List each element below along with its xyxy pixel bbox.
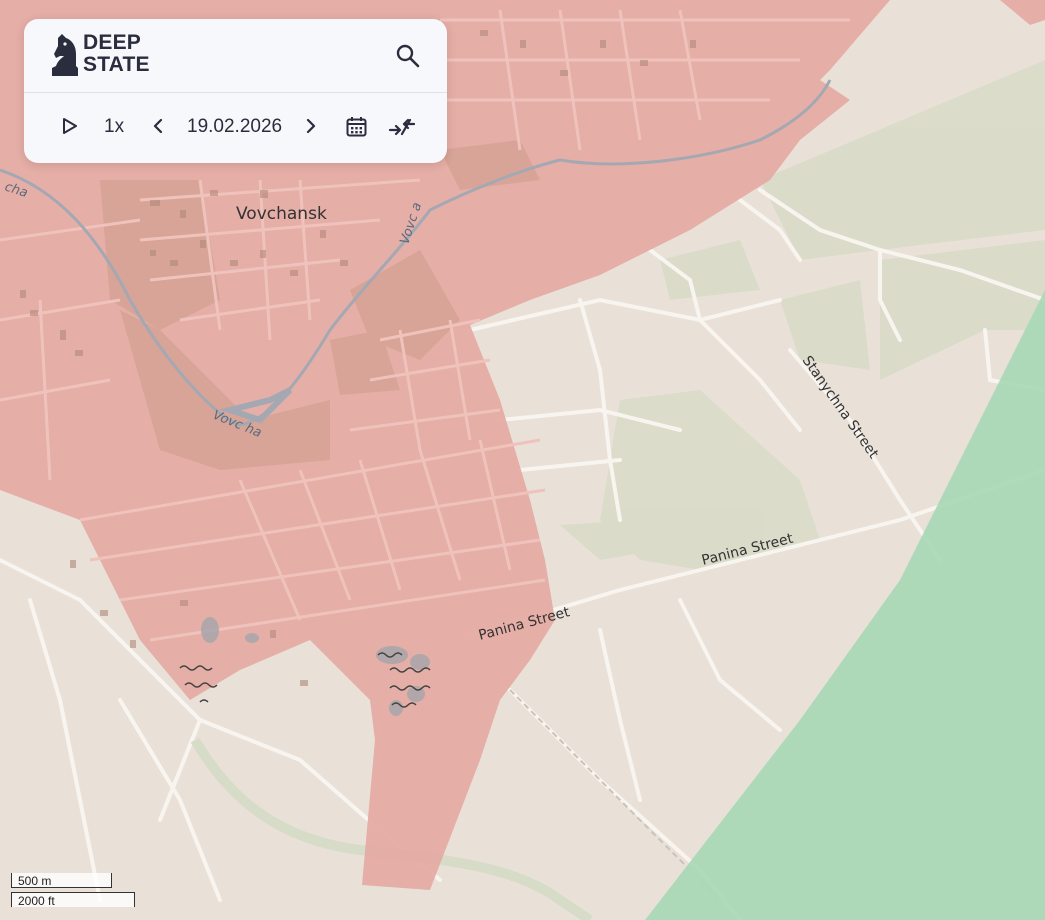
speed-toggle[interactable]: 1x: [104, 116, 124, 138]
search-button[interactable]: [395, 43, 421, 69]
collapse-arrows-icon: [388, 118, 416, 136]
brand-line-2: STATE: [83, 53, 150, 76]
knight-logo-icon: [52, 34, 78, 76]
calendar-icon: [346, 117, 367, 137]
brand-name: DEEP STATE: [83, 32, 150, 76]
play-icon: [63, 118, 77, 134]
control-panel: DEEP STATE 1x 19.02.2026: [24, 19, 447, 163]
previous-date-button[interactable]: [152, 118, 164, 139]
chevron-left-icon: [153, 118, 163, 134]
panel-header: DEEP STATE: [24, 19, 447, 93]
scale-bar: 500 m 2000 ft: [11, 873, 135, 908]
calendar-button[interactable]: [346, 116, 367, 142]
scale-imperial: 2000 ft: [11, 892, 135, 908]
timeline-controls: 1x 19.02.2026: [24, 92, 447, 162]
search-icon: [396, 44, 420, 68]
compare-button[interactable]: [388, 116, 416, 143]
next-date-button[interactable]: [305, 118, 317, 139]
play-button[interactable]: [62, 117, 78, 140]
scale-metric: 500 m: [11, 873, 112, 888]
brand-line-1: DEEP: [83, 31, 141, 54]
brand-logo[interactable]: DEEP STATE: [52, 32, 150, 76]
town-label: Vovchansk: [236, 204, 327, 224]
current-date[interactable]: 19.02.2026: [187, 116, 282, 138]
chevron-right-icon: [306, 118, 316, 134]
